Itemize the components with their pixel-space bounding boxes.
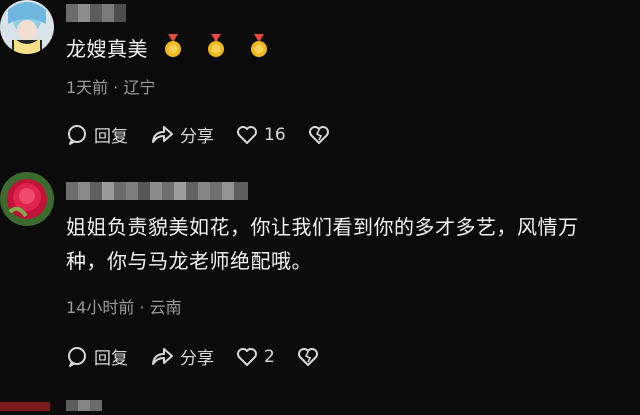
comment-text-line: 种，你与马龙老师绝配哦。 <box>66 249 312 273</box>
share-button[interactable]: 分享 <box>150 122 214 147</box>
avatar[interactable] <box>0 172 54 226</box>
medal-emoji <box>249 33 269 68</box>
heart-icon <box>237 347 257 366</box>
share-icon <box>152 125 173 143</box>
comment-text-line: 姐姐负责貌美如花，你让我们看到你的多才多艺，风情万 <box>66 215 579 239</box>
comment-icon <box>68 346 86 367</box>
dislike-button[interactable] <box>308 125 336 145</box>
like-button[interactable]: 2 <box>236 347 275 367</box>
comment-actions: 回复 分享 2 <box>66 344 347 369</box>
heart-icon <box>237 125 257 144</box>
next-comment-peek <box>0 396 640 411</box>
comment-text-content: 龙嫂真美 <box>66 37 148 61</box>
dislike-button[interactable] <box>297 347 325 367</box>
share-label: 分享 <box>180 349 214 369</box>
comment-text: 姐姐负责貌美如花，你让我们看到你的多才多艺，风情万 种，你与马龙老师绝配哦。 <box>66 210 636 278</box>
comment-meta: 14小时前 · 云南 <box>66 298 182 317</box>
comment-item: 龙嫂真美 1天前 · 辽宁 回复 分享 16 <box>0 0 640 160</box>
like-count: 2 <box>264 346 275 367</box>
comment-icon <box>68 124 86 145</box>
medal-emoji <box>163 33 183 68</box>
comment-actions: 回复 分享 16 <box>66 122 358 147</box>
reply-label: 回复 <box>94 127 128 147</box>
reply-label: 回复 <box>94 349 128 369</box>
broken-heart-icon <box>308 125 329 144</box>
share-label: 分享 <box>180 127 214 147</box>
username-blurred[interactable] <box>66 4 126 22</box>
like-count: 16 <box>264 124 286 145</box>
reply-button[interactable]: 回复 <box>66 344 128 369</box>
medal-emoji <box>206 33 226 68</box>
like-button[interactable]: 16 <box>236 125 286 145</box>
reply-button[interactable]: 回复 <box>66 122 128 147</box>
avatar[interactable] <box>0 0 54 54</box>
comment-meta: 1天前 · 辽宁 <box>66 78 156 97</box>
share-button[interactable]: 分享 <box>150 344 214 369</box>
username-blurred[interactable] <box>66 182 248 200</box>
share-icon <box>152 347 173 365</box>
comment-text: 龙嫂真美 <box>66 32 269 68</box>
comment-item: 姐姐负责貌美如花，你让我们看到你的多才多艺，风情万 种，你与马龙老师绝配哦。 1… <box>0 172 640 377</box>
broken-heart-icon <box>297 347 318 366</box>
